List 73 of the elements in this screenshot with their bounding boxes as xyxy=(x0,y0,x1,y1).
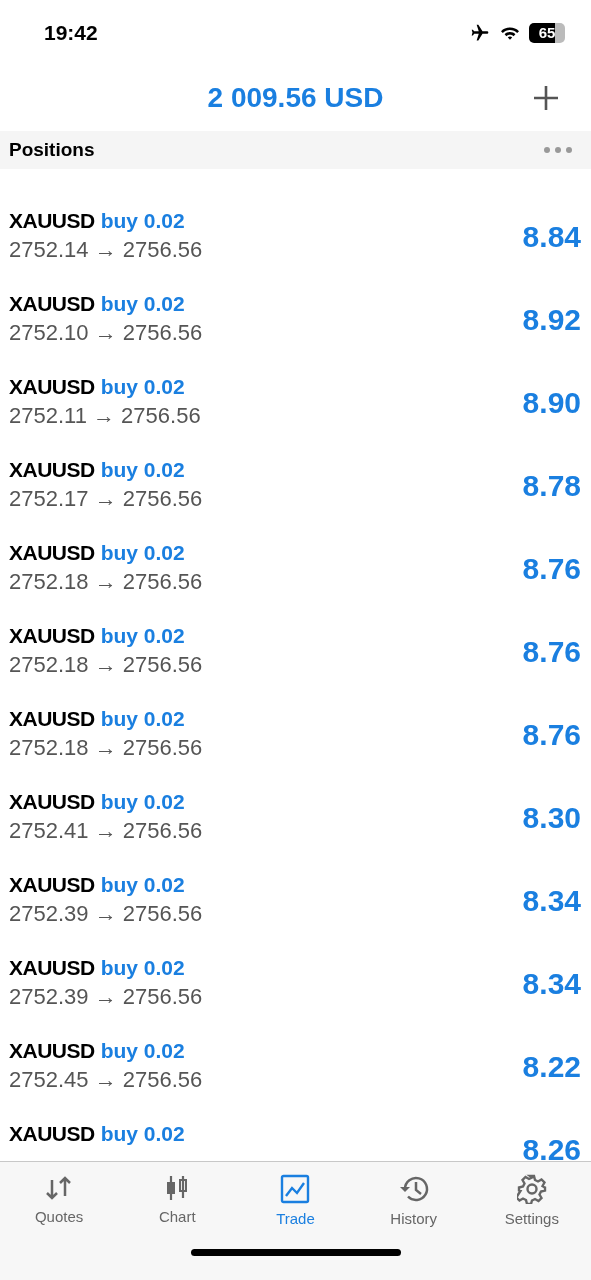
position-symbol: XAUUSD xyxy=(9,457,95,482)
position-order: buy 0.02 xyxy=(100,540,185,565)
tab[interactable]: Settings xyxy=(481,1174,582,1227)
position-row[interactable]: XAUUSD buy 0.02 2752.14 → 2756.56 8.84 xyxy=(0,195,591,278)
position-profit: 8.22 xyxy=(522,1049,581,1084)
line-chart-icon xyxy=(280,1174,311,1204)
position-symbol: XAUUSD xyxy=(9,872,95,897)
position-prices: 2752.39 → 2756.56 xyxy=(9,983,203,1010)
position-order: buy 0.02 xyxy=(100,1038,185,1063)
position-row[interactable]: XAUUSD buy 0.02 2752.11 → 2756.56 8.90 xyxy=(0,361,591,444)
position-prices: 2752.18 → 2756.56 xyxy=(9,568,203,595)
position-profit: 8.34 xyxy=(522,966,581,1001)
position-order: buy 0.02 xyxy=(100,789,185,814)
position-prices: 2752.14 → 2756.56 xyxy=(9,236,203,263)
tab[interactable]: Trade xyxy=(245,1174,346,1227)
position-prices: 2752.11 → 2756.56 xyxy=(9,402,201,429)
position-symbol: XAUUSD xyxy=(9,955,95,980)
position-symbol: XAUUSD xyxy=(9,291,95,316)
position-symbol: XAUUSD xyxy=(9,208,95,233)
section-title: Positions xyxy=(9,139,95,161)
position-profit: 8.84 xyxy=(522,219,581,254)
airplane-icon xyxy=(469,22,491,43)
position-profit: 8.30 xyxy=(522,800,581,835)
position-prices: 2752.10 → 2756.56 xyxy=(9,319,203,346)
position-row[interactable]: XAUUSD buy 0.02 2752.39 → 2756.56 8.34 xyxy=(0,859,591,942)
position-row[interactable]: XAUUSD buy 0.02 2752.10 → 2756.56 8.92 xyxy=(0,278,591,361)
position-prices: 2752.18 → 2756.56 xyxy=(9,651,203,678)
position-prices: 2752.45 → 2756.56 xyxy=(9,1066,203,1093)
position-row[interactable]: XAUUSD buy 0.02 2752.39 → 2756.56 8.34 xyxy=(0,942,591,1025)
position-symbol: XAUUSD xyxy=(9,789,95,814)
position-symbol: XAUUSD xyxy=(9,706,95,731)
position-prices: 2752.18 → 2756.56 xyxy=(9,734,203,761)
position-order: buy 0.02 xyxy=(100,706,185,731)
position-prices: 2752.17 → 2756.56 xyxy=(9,485,203,512)
position-symbol: XAUUSD xyxy=(9,623,95,648)
position-order: buy 0.02 xyxy=(100,374,185,399)
position-symbol: XAUUSD xyxy=(9,1121,95,1146)
position-profit: 8.78 xyxy=(522,468,581,503)
position-order: buy 0.02 xyxy=(100,872,185,897)
position-row[interactable]: XAUUSD buy 0.02 2752.18 → 2756.56 8.76 xyxy=(0,527,591,610)
status-time: 19:42 xyxy=(44,20,98,45)
position-order: buy 0.02 xyxy=(100,955,185,980)
position-row[interactable]: XAUUSD buy 0.02 2752.17 → 2756.56 8.78 xyxy=(0,444,591,527)
tab[interactable]: History xyxy=(363,1174,464,1227)
add-icon[interactable] xyxy=(532,84,560,112)
position-row[interactable]: XAUUSD buy 0.02 8.26 xyxy=(0,1108,591,1161)
position-row[interactable]: XAUUSD buy 0.02 2752.18 → 2756.56 8.76 xyxy=(0,693,591,776)
battery-icon: 65 xyxy=(529,22,565,43)
position-order: buy 0.02 xyxy=(100,457,185,482)
position-order: buy 0.02 xyxy=(100,623,185,648)
account-balance: 2 009.56 USD xyxy=(207,82,384,114)
position-row[interactable]: XAUUSD buy 0.02 2752.18 → 2756.56 8.76 xyxy=(0,610,591,693)
position-order: buy 0.02 xyxy=(100,291,185,316)
position-row[interactable]: XAUUSD buy 0.02 2752.45 → 2756.56 8.22 xyxy=(0,1025,591,1108)
position-prices: 2752.41 → 2756.56 xyxy=(9,817,203,844)
tab[interactable]: Quotes xyxy=(9,1174,110,1227)
position-profit: 8.34 xyxy=(522,883,581,918)
position-order: buy 0.02 xyxy=(100,208,185,233)
position-profit: 8.90 xyxy=(522,385,581,420)
position-order: buy 0.02 xyxy=(100,1121,185,1146)
position-symbol: XAUUSD xyxy=(9,540,95,565)
more-icon[interactable] xyxy=(543,146,573,154)
position-profit: 8.26 xyxy=(522,1132,581,1161)
position-profit: 8.76 xyxy=(522,634,581,669)
position-profit: 8.92 xyxy=(522,302,581,337)
position-profit: 8.76 xyxy=(522,717,581,752)
position-profit: 8.76 xyxy=(522,551,581,586)
position-symbol: XAUUSD xyxy=(9,1038,95,1063)
settings-icon xyxy=(516,1174,547,1204)
position-row[interactable]: XAUUSD buy 0.02 2752.41 → 2756.56 8.30 xyxy=(0,776,591,859)
position-symbol: XAUUSD xyxy=(9,374,95,399)
tab[interactable]: Chart xyxy=(127,1174,228,1227)
position-prices: 2752.39 → 2756.56 xyxy=(9,900,203,927)
